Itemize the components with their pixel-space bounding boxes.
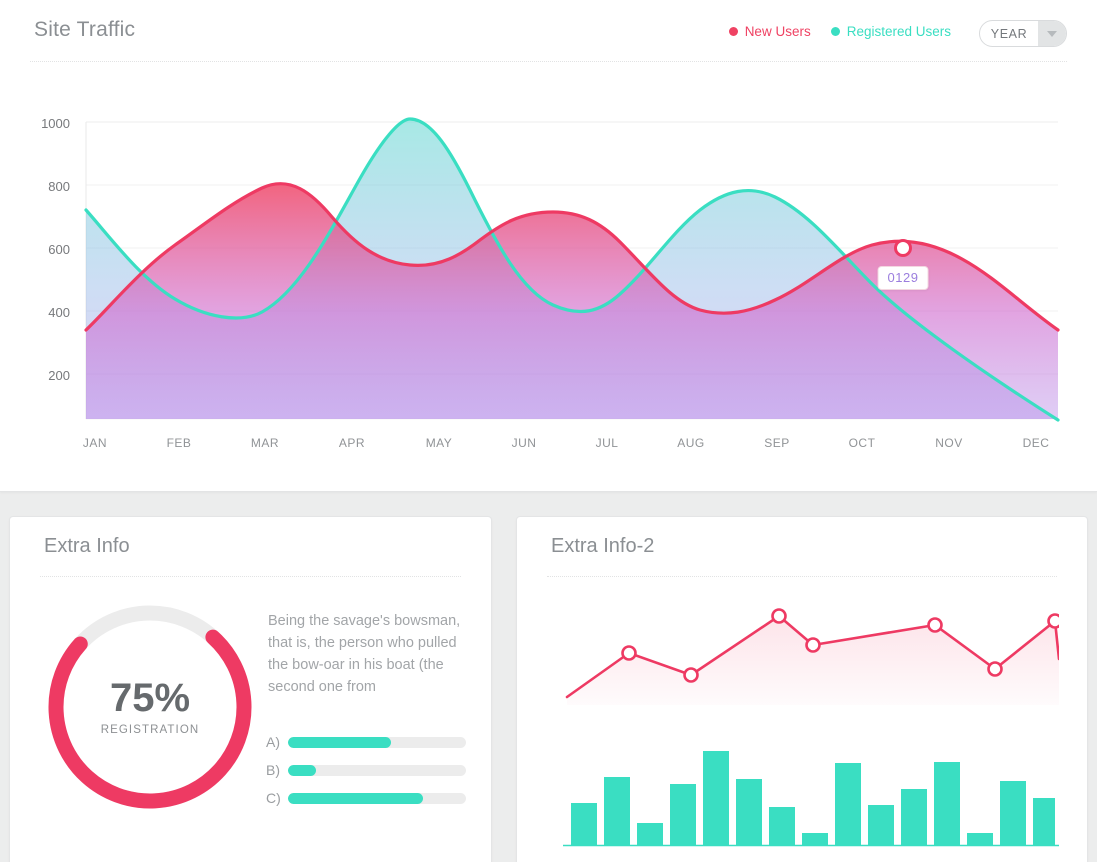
extra-info-title: Extra Info [44, 535, 130, 557]
x-axis-label-apr: APR [338, 436, 366, 450]
legend-item-new-users[interactable]: New Users [728, 24, 811, 39]
x-axis-label-oct: OCT [848, 436, 876, 450]
chevron-down-icon[interactable] [1038, 21, 1066, 46]
donut-center-label: 75% REGISTRATION [38, 595, 262, 819]
x-axis-label-dec: DEC [1022, 436, 1050, 450]
chart-legend: New Users Registered Users [728, 24, 951, 39]
x-axis-label-aug: AUG [677, 436, 705, 450]
legend-label-new-users: New Users [744, 24, 811, 39]
extra-info-2-title: Extra Info-2 [551, 535, 655, 557]
extra-info-paragraph: Being the savage's bowsman, that is, the… [268, 613, 461, 695]
progress-list: A) B) C) [266, 728, 466, 812]
x-axis-label-mar: MAR [250, 436, 280, 450]
x-axis-label-nov: NOV [935, 436, 963, 450]
mini-bar-chart [563, 751, 1059, 847]
legend-dot-icon [830, 27, 840, 36]
progress-fill-c [288, 792, 424, 804]
x-axis-label-may: MAY [425, 436, 453, 450]
legend-dot-icon [728, 27, 738, 36]
site-traffic-header: Site Traffic New Users Registered Users … [30, 0, 1067, 62]
extra-info-2-card: Extra Info-2 [516, 516, 1088, 862]
site-traffic-card: Site Traffic New Users Registered Users … [0, 0, 1097, 492]
donut-caption: REGISTRATION [100, 724, 200, 736]
page-title: Site Traffic [34, 18, 136, 41]
progress-fill-a [288, 736, 392, 748]
progress-fill-b [288, 764, 317, 776]
progress-track-a[interactable] [288, 736, 466, 748]
new-users-area [86, 183, 1058, 419]
progress-row-c[interactable]: C) [266, 784, 466, 812]
progress-track-b[interactable] [288, 764, 466, 776]
progress-track-c[interactable] [288, 792, 466, 804]
area-chart-svg [84, 117, 1060, 422]
site-traffic-chart: 1000 800 600 400 200 0129 JAN FEB MAR AP… [0, 62, 1097, 482]
x-axis-label-jul: JUL [595, 436, 619, 450]
chart-tooltip: 0129 [877, 266, 929, 290]
x-axis-label-jun: JUN [511, 436, 537, 450]
extra-info-2-header: Extra Info-2 [547, 517, 1057, 577]
progress-label-a: A) [266, 734, 280, 750]
legend-label-registered-users: Registered Users [846, 24, 951, 39]
donut-percent: 75% [109, 676, 191, 720]
progress-label-c: C) [266, 790, 281, 806]
mini-line-chart [565, 608, 1059, 705]
x-axis-label-jan: JAN [82, 436, 108, 450]
registration-donut: 75% REGISTRATION [38, 595, 262, 819]
progress-row-b[interactable]: B) [266, 756, 466, 784]
progress-label-b: B) [266, 762, 280, 778]
x-axis-label-feb: FEB [166, 436, 192, 450]
extra-info-header: Extra Info [40, 517, 461, 577]
x-axis-label-sep: SEP [764, 436, 790, 450]
mini-bars-group [571, 751, 1055, 845]
data-point-marker [894, 239, 912, 257]
legend-item-registered-users[interactable]: Registered Users [830, 24, 951, 39]
dashboard-page: Site Traffic New Users Registered Users … [0, 0, 1097, 862]
period-dropdown[interactable]: YEAR [979, 20, 1067, 47]
progress-row-a[interactable]: A) [266, 728, 466, 756]
period-dropdown-value: YEAR [990, 26, 1028, 41]
